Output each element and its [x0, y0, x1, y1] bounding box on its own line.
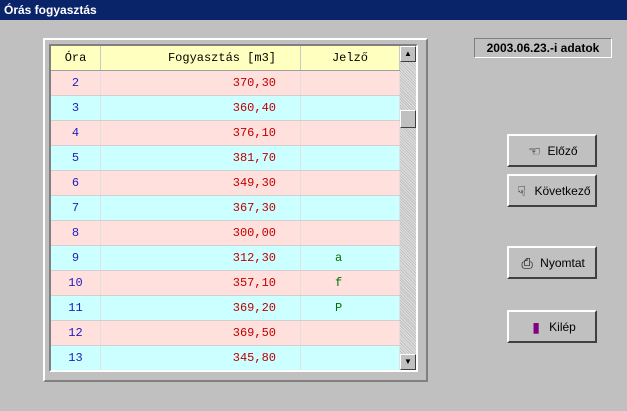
- scroll-thumb[interactable]: [400, 110, 416, 128]
- print-button-label: Nyomtat: [540, 255, 585, 270]
- table-row[interactable]: 5 381,70: [51, 146, 400, 171]
- cell-ora: 6: [51, 171, 101, 195]
- cell-ora: 4: [51, 121, 101, 145]
- hand-pointer-icon: ☜: [528, 142, 541, 159]
- cell-fogyasztas: 357,10: [101, 271, 301, 295]
- cell-fogyasztas: 381,70: [101, 146, 301, 170]
- cell-jelzo: f: [301, 271, 400, 295]
- arrow-up-icon: ▲: [404, 49, 412, 58]
- previous-button[interactable]: ☜ Előző: [507, 134, 597, 167]
- cell-ora: 12: [51, 321, 101, 345]
- cell-fogyasztas: 370,30: [101, 71, 301, 95]
- cell-fogyasztas: 349,30: [101, 171, 301, 195]
- cell-jelzo: P: [301, 296, 400, 320]
- window-title: Órás fogyasztás: [0, 0, 627, 20]
- cell-jelzo: [301, 121, 400, 145]
- arrow-down-icon: ▼: [404, 357, 412, 366]
- grid-body: 2 370,30 3 360,40 4 376,10 5 381,70 6 349,30 7 367,…: [51, 71, 400, 370]
- scroll-down-button[interactable]: ▼: [400, 354, 416, 370]
- cell-jelzo: [301, 96, 400, 120]
- table-row[interactable]: 13 345,80: [51, 346, 400, 370]
- cell-ora: 7: [51, 196, 101, 220]
- cell-fogyasztas: 367,30: [101, 196, 301, 220]
- cell-ora: 13: [51, 346, 101, 370]
- table-row[interactable]: 11 369,20 P: [51, 296, 400, 321]
- cell-jelzo: [301, 321, 400, 345]
- cell-jelzo: [301, 171, 400, 195]
- next-button[interactable]: ☟ Következő: [507, 174, 597, 207]
- table-row[interactable]: 7 367,30: [51, 196, 400, 221]
- table-row[interactable]: 6 349,30: [51, 171, 400, 196]
- previous-button-label: Előző: [547, 143, 578, 158]
- print-button[interactable]: ⎙ Nyomtat: [507, 246, 597, 279]
- cell-jelzo: [301, 71, 400, 95]
- table-row[interactable]: 9 312,30 a: [51, 246, 400, 271]
- cell-fogyasztas: 369,50: [101, 321, 301, 345]
- table-row[interactable]: 2 370,30: [51, 71, 400, 96]
- hand-pointer-icon: ☟: [517, 182, 526, 199]
- cell-ora: 8: [51, 221, 101, 245]
- table-row[interactable]: 12 369,50: [51, 321, 400, 346]
- consumption-grid[interactable]: Óra Fogyasztás [m3] Jelző 2 370,30 3 360,40…: [51, 46, 400, 370]
- table-row[interactable]: 3 360,40: [51, 96, 400, 121]
- scroll-up-button[interactable]: ▲: [400, 46, 416, 62]
- table-row[interactable]: 8 300,00: [51, 221, 400, 246]
- cell-ora: 9: [51, 246, 101, 270]
- grid-header: Óra Fogyasztás [m3] Jelző: [51, 46, 400, 71]
- cell-jelzo: a: [301, 246, 400, 270]
- main-window: Órás fogyasztás Óra Fogyasztás [m3] Jelz…: [0, 0, 627, 411]
- cell-ora: 3: [51, 96, 101, 120]
- cell-ora: 5: [51, 146, 101, 170]
- cell-fogyasztas: 300,00: [101, 221, 301, 245]
- next-button-label: Következő: [534, 183, 591, 198]
- cell-jelzo: [301, 346, 400, 370]
- printer-icon: ⎙: [521, 254, 533, 271]
- table-row[interactable]: 4 376,10: [51, 121, 400, 146]
- date-label: 2003.06.23.-i adatok: [474, 38, 612, 58]
- cell-ora: 2: [51, 71, 101, 95]
- cell-jelzo: [301, 146, 400, 170]
- cell-ora: 10: [51, 271, 101, 295]
- column-header-fogyasztas[interactable]: Fogyasztás [m3]: [101, 46, 301, 70]
- cell-fogyasztas: 376,10: [101, 121, 301, 145]
- door-exit-icon: ▮: [532, 318, 541, 335]
- cell-fogyasztas: 369,20: [101, 296, 301, 320]
- column-header-ora[interactable]: Óra: [51, 46, 101, 70]
- table-panel: Óra Fogyasztás [m3] Jelző 2 370,30 3 360,40…: [43, 38, 428, 382]
- table-row[interactable]: 10 357,10 f: [51, 271, 400, 296]
- cell-jelzo: [301, 221, 400, 245]
- cell-ora: 11: [51, 296, 101, 320]
- exit-button[interactable]: ▮ Kilép: [507, 310, 597, 343]
- vertical-scrollbar[interactable]: ▲ ▼: [400, 46, 416, 370]
- column-header-jelzo[interactable]: Jelző: [301, 46, 400, 70]
- cell-jelzo: [301, 196, 400, 220]
- cell-fogyasztas: 345,80: [101, 346, 301, 370]
- exit-button-label: Kilép: [549, 319, 576, 334]
- cell-fogyasztas: 312,30: [101, 246, 301, 270]
- cell-fogyasztas: 360,40: [101, 96, 301, 120]
